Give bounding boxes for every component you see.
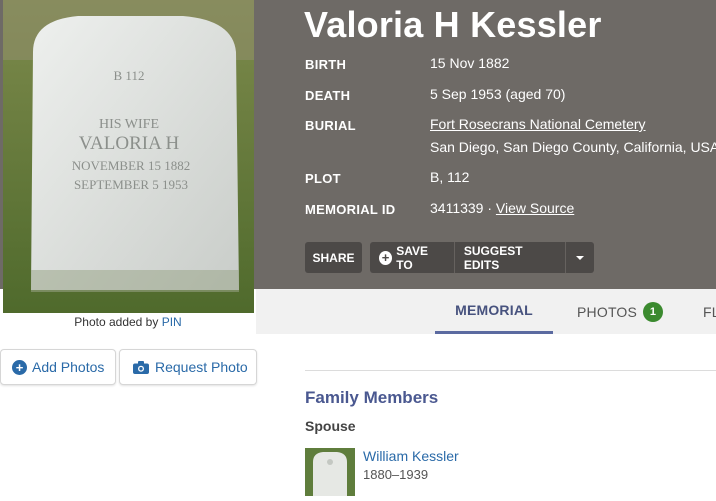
headstone-line5: SEPTEMBER 5 1953 <box>74 177 188 192</box>
spouse-dates: 1880–1939 <box>363 467 429 482</box>
cemetery-link[interactable]: Fort Rosecrans National Cemetery <box>430 116 646 132</box>
tab-photos-label: PHOTOS <box>577 303 638 320</box>
save-to-button[interactable]: + SAVE TO <box>370 242 455 273</box>
plus-circle-icon: + <box>379 250 393 265</box>
headstone-line2: HIS WIFE <box>99 117 159 132</box>
photo-caption-prefix: Photo added by <box>74 315 159 329</box>
headstone-image: B 112 HIS WIFE VALORIA H NOVEMBER 15 188… <box>3 0 254 313</box>
request-photo-button[interactable]: Request Photo <box>119 349 257 385</box>
caret-down-icon <box>576 255 584 260</box>
headstone-line4: NOVEMBER 15 1882 <box>72 158 190 173</box>
burial-label: BURIAL <box>305 118 356 133</box>
memorial-id-value: 3411339 · <box>430 200 493 216</box>
memorial-name: Valoria H Kessler <box>304 4 602 45</box>
plot-value: B, 112 <box>430 169 470 185</box>
family-members-heading: Family Members <box>305 388 439 407</box>
tab-memorial-label: MEMORIAL <box>455 302 533 318</box>
death-value: 5 Sep 1953 (aged 70) <box>430 86 566 102</box>
memorial-id-label: MEMORIAL ID <box>305 202 396 217</box>
suggest-edits-label: SUGGEST EDITS <box>463 243 523 272</box>
tab-photos[interactable]: PHOTOS 1 <box>577 289 664 334</box>
add-circle-icon: + <box>12 359 27 375</box>
add-photos-button[interactable]: + Add Photos <box>0 349 116 385</box>
spouse-heading: Spouse <box>305 418 356 434</box>
camera-icon <box>133 360 149 374</box>
photo-caption: Photo added by PIN <box>0 315 256 329</box>
view-source-link[interactable]: View Source <box>496 200 574 216</box>
headstone-photo[interactable]: B 112 HIS WIFE VALORIA H NOVEMBER 15 188… <box>3 0 254 313</box>
headstone-line1: B 112 <box>114 68 145 83</box>
headstone-line3: VALORIA H <box>79 133 180 154</box>
tab-flowers[interactable]: FL <box>703 289 716 334</box>
plot-label: PLOT <box>305 171 341 186</box>
burial-values: Fort Rosecrans National Cemetery San Die… <box>430 113 716 159</box>
spouse-name-link[interactable]: William Kessler <box>363 448 459 464</box>
add-photos-label: Add Photos <box>32 359 105 375</box>
section-divider <box>305 370 716 371</box>
more-actions-button[interactable] <box>566 242 594 273</box>
death-label: DEATH <box>305 88 351 103</box>
burial-location: San Diego, San Diego County, California,… <box>430 139 716 155</box>
tab-flowers-label: FL <box>703 303 716 320</box>
photo-contributor-link[interactable]: PIN <box>162 315 182 329</box>
share-button[interactable]: SHARE <box>305 242 362 273</box>
tab-bar: MEMORIAL PHOTOS 1 FL <box>256 289 716 334</box>
save-to-label: SAVE TO <box>396 243 428 272</box>
spouse-thumbnail[interactable] <box>305 448 355 496</box>
share-label: SHARE <box>312 250 355 265</box>
suggest-edits-button[interactable]: SUGGEST EDITS <box>455 242 566 273</box>
memorial-actions-group: + SAVE TO SUGGEST EDITS <box>370 242 594 273</box>
request-photo-label: Request Photo <box>155 359 248 375</box>
birth-value: 15 Nov 1882 <box>430 55 510 71</box>
tab-memorial[interactable]: MEMORIAL <box>435 289 553 334</box>
memorial-id-values: 3411339 · View Source <box>430 197 574 220</box>
birth-label: BIRTH <box>305 57 347 72</box>
spouse-headstone-image <box>305 448 355 496</box>
photos-count-badge: 1 <box>643 301 664 322</box>
